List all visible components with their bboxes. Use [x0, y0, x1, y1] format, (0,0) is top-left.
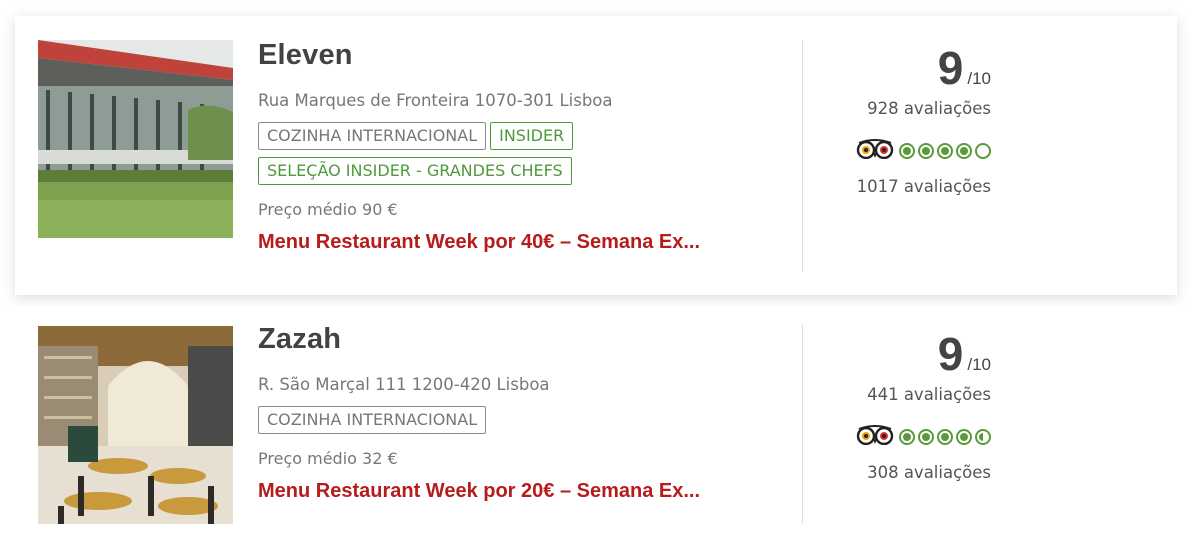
tripadvisor-rating[interactable]	[805, 424, 991, 450]
tripadvisor-review-count[interactable]: 308 avaliações	[805, 462, 991, 484]
review-count[interactable]: 441 avaliações	[805, 384, 991, 406]
tag-cuisine: COZINHA INTERNACIONAL	[258, 122, 487, 150]
tripadvisor-rating[interactable]	[805, 138, 991, 164]
restaurant-photo-image	[38, 326, 233, 524]
score-value: 9	[937, 42, 964, 94]
rating-bubble-icon-half	[975, 429, 991, 445]
rating-bubble-icon	[899, 143, 915, 159]
promo-link[interactable]: Menu Restaurant Week por 40€ – Semana Ex…	[258, 229, 788, 255]
tripadvisor-review-count[interactable]: 1017 avaliações	[805, 176, 991, 198]
ratings-panel: 9/10 928 avaliações 1017 avaliações	[805, 38, 991, 198]
restaurant-name[interactable]: Zazah	[258, 320, 788, 358]
restaurant-name[interactable]: Eleven	[258, 36, 788, 74]
rating-bubble-icon	[937, 429, 953, 445]
ratings-panel: 9/10 441 avaliações 308 avaliações	[805, 324, 991, 484]
restaurant-photo[interactable]	[38, 326, 233, 524]
tag-cuisine: COZINHA INTERNACIONAL	[258, 406, 487, 434]
score-scale: /10	[967, 69, 991, 88]
divider	[802, 40, 803, 272]
rating-bubble-icon	[918, 143, 934, 159]
rating-bubbles	[899, 143, 991, 159]
restaurant-photo[interactable]	[38, 40, 233, 238]
tag-insider: INSIDER	[490, 122, 574, 150]
tripadvisor-owl-icon	[855, 138, 895, 164]
tag-insider-selection: SELEÇÃO INSIDER - GRANDES CHEFS	[258, 157, 572, 185]
restaurant-card-eleven[interactable]: Eleven Rua Marques de Fronteira 1070-301…	[15, 16, 1177, 295]
rating-bubble-icon-empty	[975, 143, 991, 159]
average-price: Preço médio 90 €	[258, 200, 398, 219]
rating-bubble-icon	[918, 429, 934, 445]
rating-bubble-icon	[956, 429, 972, 445]
score-value: 9	[937, 328, 964, 380]
review-count[interactable]: 928 avaliações	[805, 98, 991, 120]
rating-bubble-icon	[956, 143, 972, 159]
tag-list: COZINHA INTERNACIONAL INSIDER SELEÇÃO IN…	[258, 122, 678, 185]
rating-bubbles	[899, 429, 991, 445]
tripadvisor-owl-icon	[855, 424, 895, 450]
restaurant-address: R. São Marçal 111 1200-420 Lisboa	[258, 375, 550, 394]
divider	[802, 324, 803, 524]
restaurant-info: Eleven Rua Marques de Fronteira 1070-301…	[258, 36, 788, 255]
tag-list: COZINHA INTERNACIONAL	[258, 406, 678, 434]
restaurant-info: Zazah R. São Marçal 111 1200-420 Lisboa …	[258, 320, 788, 504]
rating-bubble-icon	[899, 429, 915, 445]
restaurant-address: Rua Marques de Fronteira 1070-301 Lisboa	[258, 91, 613, 110]
score-line: 9/10	[805, 324, 991, 384]
promo-link[interactable]: Menu Restaurant Week por 20€ – Semana Ex…	[258, 478, 788, 504]
score-line: 9/10	[805, 38, 991, 98]
restaurant-card-zazah[interactable]: Zazah R. São Marçal 111 1200-420 Lisboa …	[15, 306, 1177, 540]
average-price: Preço médio 32 €	[258, 449, 398, 468]
rating-bubble-icon	[937, 143, 953, 159]
score-scale: /10	[967, 355, 991, 374]
restaurant-photo-image	[38, 40, 233, 238]
